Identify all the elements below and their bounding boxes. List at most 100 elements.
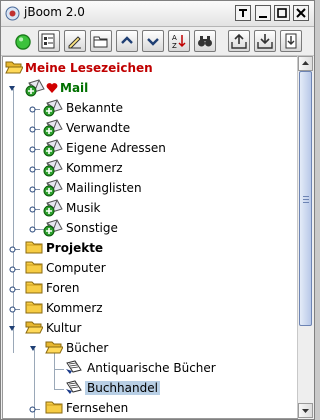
- mail-folder-icon: [43, 139, 63, 157]
- maximize-button[interactable]: [274, 5, 290, 21]
- tree-node-eigene-adressen[interactable]: Eigene Adressen: [3, 139, 297, 159]
- collapsed-toggle-icon[interactable]: [29, 125, 40, 134]
- heart-icon: [46, 83, 58, 93]
- tree-node-verwandte[interactable]: Verwandte: [3, 119, 297, 139]
- mail-folder-icon: [43, 159, 63, 177]
- collapsed-toggle-icon[interactable]: [29, 185, 40, 194]
- tree-node-fernsehen[interactable]: Fernsehen: [3, 399, 297, 418]
- arrow-down-icon: [302, 409, 309, 413]
- mail-folder-icon: [43, 99, 63, 117]
- tree-node-label: Bücher: [66, 341, 109, 355]
- tree-node-kommerz[interactable]: Kommerz: [3, 299, 297, 319]
- tree-node-mailinglisten[interactable]: Mailinglisten: [3, 179, 297, 199]
- tree-node-label: Foren: [46, 281, 80, 295]
- folder-icon: [25, 299, 43, 315]
- properties-button[interactable]: [38, 30, 60, 52]
- vertical-scrollbar[interactable]: [297, 56, 313, 418]
- tree-node-label: Eigene Adressen: [66, 141, 166, 155]
- tree-node-buecher[interactable]: Bücher: [3, 339, 297, 359]
- svg-text:Z: Z: [172, 42, 177, 49]
- extract-button[interactable]: [280, 30, 302, 52]
- tree-node-musik[interactable]: Musik: [3, 199, 297, 219]
- tree-node-label: Meine Lesezeichen: [25, 61, 153, 75]
- folder-icon: [25, 279, 43, 295]
- edit-button[interactable]: [64, 30, 86, 52]
- collapsed-toggle-icon[interactable]: [29, 105, 40, 114]
- close-button[interactable]: [293, 5, 309, 21]
- thumb-grip: [303, 199, 309, 200]
- tree-node-label: Kommerz: [66, 161, 123, 175]
- bookmark-link-icon: [65, 359, 83, 375]
- collapsed-toggle-icon[interactable]: [9, 305, 20, 314]
- collapsed-toggle-icon[interactable]: [29, 165, 40, 174]
- tree-node-buchhandel[interactable]: Buchhandel: [3, 379, 297, 399]
- tree-node-computer[interactable]: Computer: [3, 259, 297, 279]
- open-folder-button[interactable]: [90, 30, 112, 52]
- tree-node-kultur[interactable]: Kultur: [3, 319, 297, 339]
- expanded-toggle-icon[interactable]: [8, 325, 19, 334]
- thumb-grip: [303, 202, 309, 203]
- pin-button[interactable]: [235, 5, 251, 21]
- app-window: jBoom 2.0 A Z Meine Lesezeichen Mail Bek…: [0, 0, 315, 420]
- tree-node-sonstige[interactable]: Sonstige: [3, 219, 297, 239]
- tree-node-label: Verwandte: [66, 121, 131, 135]
- title-bar[interactable]: jBoom 2.0: [1, 1, 314, 27]
- collapsed-toggle-icon[interactable]: [29, 145, 40, 154]
- folder-icon: [25, 239, 43, 255]
- thumb-grip: [303, 196, 309, 197]
- tree-node-label: Antiquarische Bücher: [87, 361, 216, 375]
- edit-icon: [68, 36, 81, 49]
- import-button[interactable]: [254, 30, 276, 52]
- mail-folder-icon: [43, 199, 63, 217]
- status-icon: [15, 34, 31, 50]
- find-button[interactable]: [194, 30, 216, 52]
- scroll-up-button[interactable]: [298, 56, 313, 71]
- folder-open-icon: [5, 59, 23, 75]
- tree-node-label: Sonstige: [66, 221, 118, 235]
- app-logo-icon: [5, 6, 20, 21]
- collapsed-toggle-icon[interactable]: [9, 245, 20, 254]
- sort-button[interactable]: A Z: [168, 30, 190, 52]
- export-icon: [231, 33, 247, 49]
- tree-node-antiquarische-buecher[interactable]: Antiquarische Bücher: [3, 359, 297, 379]
- tree-node-projekte[interactable]: Projekte: [3, 239, 297, 259]
- tree-node-foren[interactable]: Foren: [3, 279, 297, 299]
- export-button[interactable]: [228, 30, 250, 52]
- folder-icon: [25, 259, 43, 275]
- minimize-button[interactable]: [255, 5, 271, 21]
- mail-folder-icon: [43, 119, 63, 137]
- collapsed-toggle-icon[interactable]: [29, 225, 40, 234]
- collapsed-toggle-icon[interactable]: [29, 405, 40, 414]
- expanded-toggle-icon[interactable]: [29, 345, 40, 354]
- collapsed-toggle-icon[interactable]: [9, 265, 20, 274]
- expanded-toggle-icon[interactable]: [8, 85, 19, 94]
- svg-text:A: A: [172, 34, 177, 42]
- collapsed-toggle-icon[interactable]: [9, 285, 20, 294]
- find-icon: [198, 36, 212, 47]
- collapsed-toggle-icon[interactable]: [29, 205, 40, 214]
- tree-node-label: Kultur: [46, 321, 82, 335]
- tree-node-label: Kommerz: [46, 301, 103, 315]
- tree-node-label: Computer: [46, 261, 106, 275]
- move-down-button[interactable]: [142, 30, 164, 52]
- move-up-button[interactable]: [116, 30, 138, 52]
- tree-node-root[interactable]: Meine Lesezeichen: [3, 59, 297, 79]
- import-icon: [257, 34, 273, 49]
- tree-node-label: Mail: [60, 81, 89, 95]
- tree-node-bekannte[interactable]: Bekannte: [3, 99, 297, 119]
- move-up-icon: [121, 36, 133, 44]
- tree-node-mail[interactable]: Mail: [3, 79, 297, 99]
- tree-node-label: Bekannte: [66, 101, 124, 115]
- extract-icon: [285, 33, 297, 49]
- folder-icon: [45, 399, 63, 415]
- scroll-down-button[interactable]: [298, 403, 313, 418]
- open-folder-icon: [93, 36, 108, 48]
- scroll-thumb[interactable]: [299, 71, 312, 326]
- sort-az-icon: A Z: [172, 34, 186, 49]
- properties-icon: [41, 33, 55, 49]
- tree-node-label: Fernsehen: [66, 401, 129, 415]
- tree-node-label-selected: Buchhandel: [85, 381, 160, 395]
- tree-node-kommerz-mail[interactable]: Kommerz: [3, 159, 297, 179]
- mail-folder-icon: [25, 79, 45, 97]
- bookmark-tree[interactable]: Meine Lesezeichen Mail Bekannte Verwandt…: [2, 56, 298, 419]
